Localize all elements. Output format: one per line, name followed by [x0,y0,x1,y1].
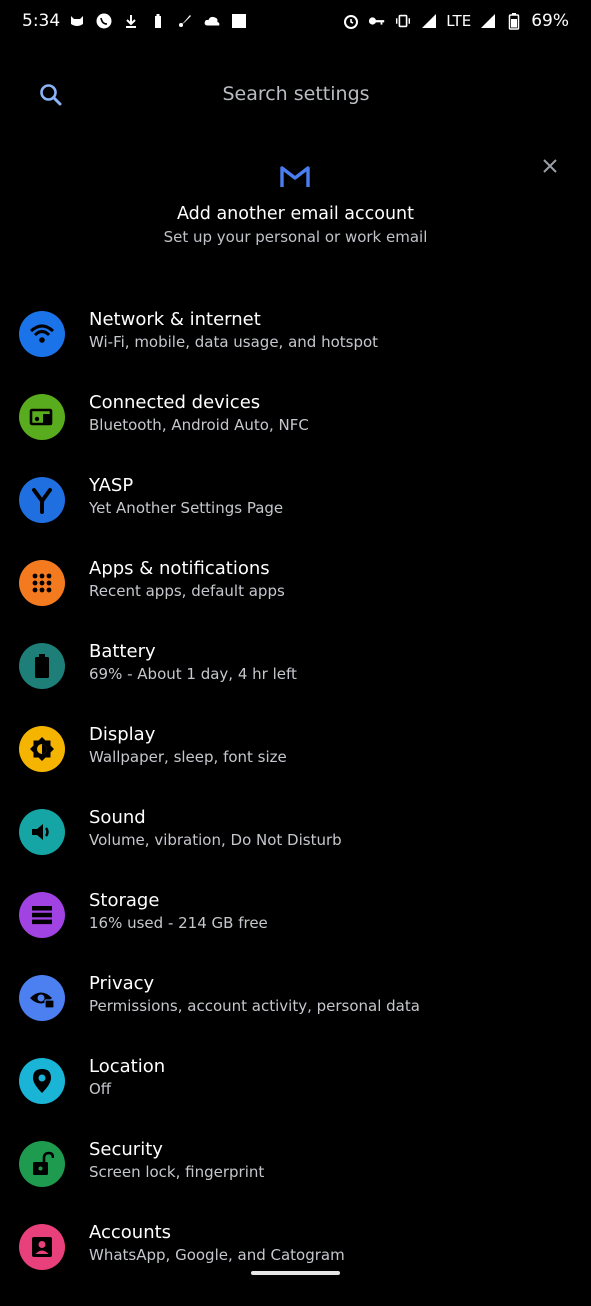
download-icon [122,12,140,30]
search-input[interactable]: Search settings [24,83,568,105]
settings-item-network[interactable]: Network & internet Wi-Fi, mobile, data u… [0,309,591,393]
settings-item-subtitle: Recent apps, default apps [89,582,285,600]
settings-item-subtitle: Wallpaper, sleep, font size [89,748,287,766]
settings-item-subtitle: Off [89,1080,112,1098]
settings-item-subtitle: Volume, vibration, Do Not Disturb [89,831,342,849]
wifi-icon [19,311,65,357]
settings-item-storage[interactable]: Storage 16% used - 214 GB free [0,890,591,974]
alarm-icon [342,12,360,30]
settings-item-subtitle: Bluetooth, Android Auto, NFC [89,416,309,434]
devices-icon [19,394,65,440]
signal-icon [420,12,438,30]
settings-item-title: Storage [89,890,160,911]
rocket-icon [176,12,194,30]
battery-icon [505,12,523,30]
settings-item-subtitle: 69% - About 1 day, 4 hr left [89,665,297,683]
apps-icon [19,560,65,606]
cat-icon [68,12,86,30]
settings-item-title: Display [89,724,156,745]
storage-icon [19,892,65,938]
settings-item-accounts[interactable]: Accounts WhatsApp, Google, and Catogram [0,1222,591,1306]
location-icon [19,1058,65,1104]
settings-item-title: Apps & notifications [89,558,270,579]
settings-item-subtitle: Yet Another Settings Page [89,499,284,517]
suggestion-title: Add another email account [177,204,414,224]
settings-item-yasp[interactable]: YASP Yet Another Settings Page [0,475,591,559]
settings-item-subtitle: 16% used - 214 GB free [89,914,268,932]
settings-item-privacy[interactable]: Privacy Permissions, account activity, p… [0,973,591,1057]
settings-item-subtitle: Screen lock, fingerprint [89,1163,265,1181]
settings-item-title: Location [89,1056,166,1077]
vibrate-icon [394,12,412,30]
notification-icons [68,12,248,30]
settings-item-title: Battery [89,641,156,662]
whatsapp-icon [95,12,113,30]
battery-icon [19,643,65,689]
suggestion-subtitle: Set up your personal or work email [163,228,428,246]
settings-item-title: Connected devices [89,392,261,413]
settings-item-title: Security [89,1139,163,1160]
gmail-icon [279,164,311,190]
status-bar: 5:34 LTE 69% [0,0,591,44]
close-icon[interactable] [538,154,562,178]
cloud-icon [203,12,221,30]
sound-icon [19,809,65,855]
search-bar[interactable]: Search settings [24,66,568,124]
settings-item-title: Sound [89,807,146,828]
system-status-icons: LTE 69% [342,11,569,31]
settings-item-title: Privacy [89,973,155,994]
signal-icon [479,12,497,30]
settings-item-security[interactable]: Security Screen lock, fingerprint [0,1139,591,1223]
lock-icon [19,1141,65,1187]
settings-item-title: Accounts [89,1222,172,1243]
settings-item-subtitle: WhatsApp, Google, and Catogram [89,1246,345,1264]
settings-item-display[interactable]: Display Wallpaper, sleep, font size [0,724,591,808]
settings-item-location[interactable]: Location Off [0,1056,591,1140]
square-icon [230,12,248,30]
yasp-icon [19,477,65,523]
settings-item-title: Network & internet [89,309,261,330]
settings-item-connected-devices[interactable]: Connected devices Bluetooth, Android Aut… [0,392,591,476]
settings-item-subtitle: Wi-Fi, mobile, data usage, and hotspot [89,333,379,351]
settings-item-sound[interactable]: Sound Volume, vibration, Do Not Disturb [0,807,591,891]
gesture-nav-handle[interactable] [251,1271,340,1275]
settings-item-battery[interactable]: Battery 69% - About 1 day, 4 hr left [0,641,591,725]
key-icon [368,12,386,30]
battery-small-icon [149,12,167,30]
settings-item-subtitle: Permissions, account activity, personal … [89,997,420,1015]
display-icon [19,726,65,772]
network-type: LTE [446,12,472,30]
status-time: 5:34 [22,11,61,31]
privacy-icon [19,975,65,1021]
battery-percent: 69% [531,11,569,31]
settings-item-apps[interactable]: Apps & notifications Recent apps, defaul… [0,558,591,642]
accounts-icon [19,1224,65,1270]
settings-item-title: YASP [89,475,134,496]
